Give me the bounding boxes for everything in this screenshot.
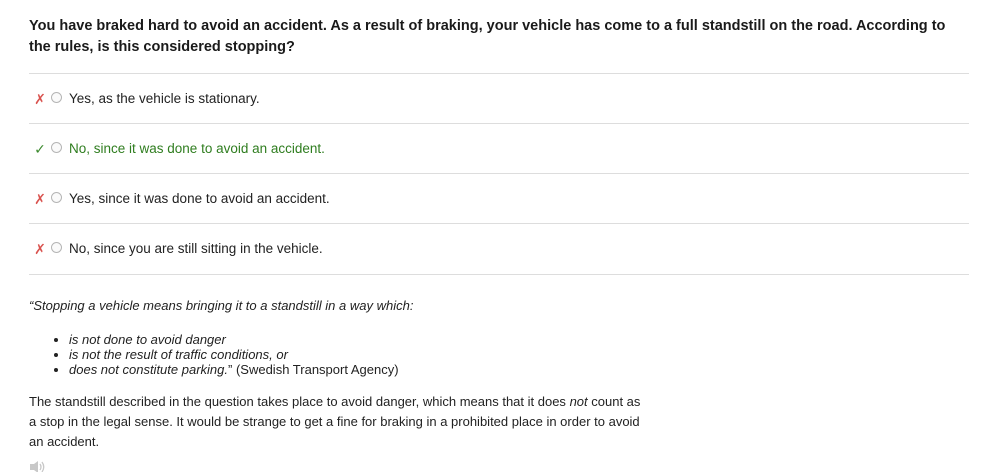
radio-button[interactable]	[51, 92, 62, 103]
radio-button[interactable]	[51, 142, 62, 153]
wrong-mark-icon: ✗	[34, 241, 46, 257]
quote-intro: “Stopping a vehicle means bringing it to…	[29, 298, 414, 313]
rule-text: is not the result of traffic conditions,…	[69, 347, 288, 362]
correct-mark-icon: ✓	[34, 141, 46, 157]
speaker-icon[interactable]	[29, 460, 47, 472]
quiz-page: You have braked hard to avoid an acciden…	[0, 0, 998, 472]
radio-button[interactable]	[51, 242, 62, 253]
answer-label[interactable]: No, since it was done to avoid an accide…	[69, 140, 325, 158]
rule-item: is not done to avoid danger	[69, 332, 649, 347]
rule-text: does not constitute parking.	[69, 362, 228, 377]
answer-label[interactable]: Yes, as the vehicle is stationary.	[69, 90, 260, 108]
answer-option[interactable]: ✓ No, since it was done to avoid an acci…	[29, 123, 969, 173]
wrong-mark-icon: ✗	[34, 91, 46, 107]
explanation: “Stopping a vehicle means bringing it to…	[29, 298, 649, 452]
rule-item: does not constitute parking.” (Swedish T…	[69, 362, 649, 377]
answer-label[interactable]: Yes, since it was done to avoid an accid…	[69, 190, 330, 208]
wrong-mark-icon: ✗	[34, 191, 46, 207]
question-text: You have braked hard to avoid an acciden…	[29, 18, 946, 55]
source-citation: (Swedish Transport Agency)	[232, 362, 399, 377]
answer-option[interactable]: ✗ Yes, since it was done to avoid an acc…	[29, 173, 969, 223]
rule-text: is not done to avoid danger	[69, 332, 226, 347]
answer-option[interactable]: ✗ No, since you are still sitting in the…	[29, 223, 969, 275]
rule-list: is not done to avoid danger is not the r…	[29, 332, 649, 377]
rule-item: is not the result of traffic conditions,…	[69, 347, 649, 362]
answer-label[interactable]: No, since you are still sitting in the v…	[69, 240, 323, 258]
explanation-summary: The standstill described in the question…	[29, 392, 649, 452]
answer-option[interactable]: ✗ Yes, as the vehicle is stationary.	[29, 73, 969, 123]
answer-options: ✗ Yes, as the vehicle is stationary. ✓ N…	[29, 73, 969, 275]
speaker-icon-graphic	[30, 461, 45, 472]
radio-button[interactable]	[51, 192, 62, 203]
summary-emphasis: not	[569, 394, 588, 409]
summary-text: The standstill described in the question…	[29, 394, 570, 409]
